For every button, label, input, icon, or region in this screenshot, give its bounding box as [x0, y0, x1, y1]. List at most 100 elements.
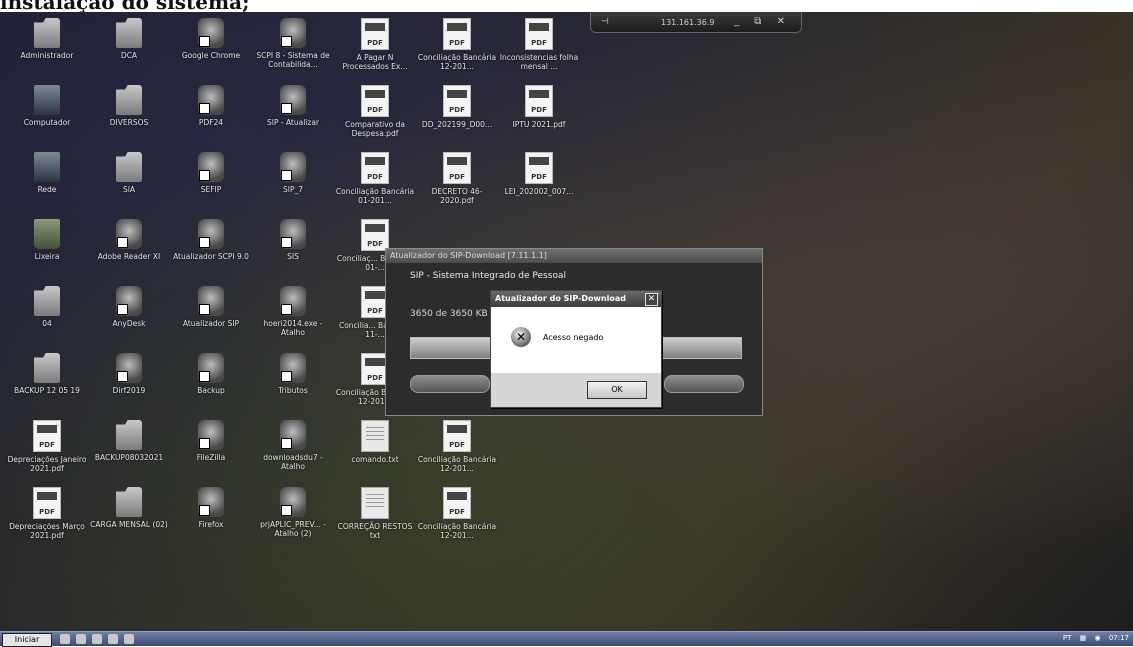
desktop-icon[interactable]: Backup: [170, 353, 252, 395]
desktop-icon[interactable]: CARGA MENSAL (02): [88, 487, 170, 529]
app-icon: [116, 286, 142, 316]
desktop-icon[interactable]: 04: [6, 286, 88, 328]
desktop-icon-label: hoeri2014.exe - Atalho: [263, 319, 323, 337]
app-icon: [280, 85, 306, 115]
language-indicator[interactable]: PT: [1063, 634, 1072, 642]
desktop-icon-label: FileZilla: [196, 453, 226, 462]
desktop-icon[interactable]: hoeri2014.exe - Atalho: [252, 286, 334, 337]
desktop-icon[interactable]: BACKUP08032021: [88, 420, 170, 462]
folder-icon: [116, 487, 142, 517]
desktop-icon[interactable]: DD_202199_D00...: [416, 85, 498, 129]
desktop-icon[interactable]: Tributos: [252, 353, 334, 395]
explorer-icon[interactable]: [76, 634, 86, 644]
desktop-icon[interactable]: Inconsistencias folha mensal ...: [498, 18, 580, 71]
updater-app-name: SIP - Sistema Integrado de Pessoal: [410, 271, 566, 281]
close-icon[interactable]: ✕: [645, 293, 658, 306]
media-player-icon[interactable]: [92, 634, 102, 644]
desktop-icon[interactable]: downloadsdu7 - Atalho: [252, 420, 334, 471]
pdf-file-icon: [443, 18, 471, 50]
desktop-icon[interactable]: Google Chrome: [170, 18, 252, 60]
desktop-icon[interactable]: Atualizador SIP: [170, 286, 252, 328]
desktop-icon-label: Atualizador SIP: [182, 319, 240, 328]
network-icon[interactable]: ▦: [1080, 634, 1087, 642]
bin-icon: [34, 219, 60, 249]
desktop-icon[interactable]: Atualizador SCPI 9.0: [170, 219, 252, 261]
updater-left-button[interactable]: [410, 375, 490, 393]
desktop-icon[interactable]: Depreciações Março 2021.pdf: [6, 487, 88, 540]
desktop-icon[interactable]: SIP - Atualizar: [252, 85, 334, 127]
desktop-icon-label: Conciliação Bancária 12-201...: [417, 53, 497, 71]
window-controls[interactable]: _ ⧉ ✕: [734, 16, 791, 27]
desktop-icon[interactable]: Conciliação Bancária 12-201...: [416, 420, 498, 473]
system-tray: PT ▦ ◉ 07:17: [1057, 634, 1129, 642]
desktop-icon[interactable]: A Pagar N Processados Ex...: [334, 18, 416, 71]
active-task-icon[interactable]: [124, 634, 134, 644]
desktop-icon[interactable]: AnyDesk: [88, 286, 170, 328]
desktop-icon[interactable]: comando.txt: [334, 420, 416, 464]
desktop-icon[interactable]: LEI_202002_007...: [498, 152, 580, 196]
desktop-icon-label: Firefox: [198, 520, 224, 529]
desktop-icon[interactable]: DIVERSOS: [88, 85, 170, 127]
desktop-icon[interactable]: Rede: [6, 152, 88, 194]
desktop-icon[interactable]: CORREÇÃO RESTOS txt: [334, 487, 416, 540]
volume-icon[interactable]: ◉: [1094, 634, 1100, 642]
desktop-icon[interactable]: Conciliação Bancária 12-201...: [416, 487, 498, 540]
updater-bytes-text: 3650 de 3650 KB: [410, 309, 488, 319]
desktop-icon[interactable]: DCA: [88, 18, 170, 60]
desktop-icon[interactable]: BACKUP 12 05 19: [6, 353, 88, 395]
desktop-icon-label: Tributos: [278, 386, 308, 395]
clock[interactable]: 07:17: [1109, 634, 1129, 642]
remote-session-bar[interactable]: ⊣ 131.161.36.9 _ ⧉ ✕: [590, 12, 802, 33]
pdf-file-icon: [525, 152, 553, 184]
pdf-file-icon: [443, 152, 471, 184]
desktop-icon[interactable]: SIP_7: [252, 152, 334, 194]
folder-icon: [116, 152, 142, 182]
text-file-icon: [361, 420, 389, 452]
pdf-file-icon: [443, 487, 471, 519]
pdf-file-icon: [361, 219, 389, 251]
pdf-file-icon: [33, 420, 61, 452]
desktop-icon[interactable]: prjAPLIC_PREV... - Atalho (2): [252, 487, 334, 538]
desktop-icon-label: Atualizador SCPI 9.0: [173, 252, 249, 261]
desktop-icon-label: prjAPLIC_PREV... - Atalho (2): [260, 520, 326, 538]
app-icon: [198, 286, 224, 316]
app-icon: [198, 152, 224, 182]
desktop-icon-label: Conciliação Bancária 12-201...: [417, 522, 497, 540]
pdf-file-icon: [361, 18, 389, 50]
desktop-icon[interactable]: FileZilla: [170, 420, 252, 462]
desktop-icon[interactable]: Administrador: [6, 18, 88, 60]
show-desktop-icon[interactable]: [60, 634, 70, 644]
desktop-icon[interactable]: DECRETO 46-2020.pdf: [416, 152, 498, 205]
desktop-icon[interactable]: PDF24: [170, 85, 252, 127]
desktop-icon[interactable]: Firefox: [170, 487, 252, 529]
desktop-icon-label: Rede: [37, 185, 57, 194]
desktop-icon[interactable]: Lixeira: [6, 219, 88, 261]
desktop-icon-label: BACKUP08032021: [94, 453, 164, 462]
desktop-icon-label: comando.txt: [351, 455, 399, 464]
desktop-icon[interactable]: Computador: [6, 85, 88, 127]
dialog-title: Atualizador do SIP-Download: [495, 294, 626, 303]
ok-button[interactable]: OK: [587, 381, 647, 399]
desktop-icon-label: Google Chrome: [181, 51, 241, 60]
desktop-icon[interactable]: SIS: [252, 219, 334, 261]
updater-right-button[interactable]: [664, 375, 744, 393]
browser-icon[interactable]: [108, 634, 118, 644]
desktop-icon[interactable]: Conciliação Bancária 12-201...: [416, 18, 498, 71]
desktop-icon[interactable]: SIA: [88, 152, 170, 194]
app-icon: [116, 353, 142, 383]
app-icon: [280, 152, 306, 182]
desktop-icon[interactable]: IPTU 2021.pdf: [498, 85, 580, 129]
desktop-icon[interactable]: Dirf2019: [88, 353, 170, 395]
desktop-icon[interactable]: SCPI 8 - Sistema de Contabilida...: [252, 18, 334, 69]
desktop-icon[interactable]: SEFIP: [170, 152, 252, 194]
desktop-icon-label: SIP_7: [282, 185, 304, 194]
desktop-icon[interactable]: Conciliação Bancária 01-201...: [334, 152, 416, 205]
dialog-footer: OK: [491, 373, 661, 407]
app-icon: [280, 219, 306, 249]
pin-icon[interactable]: ⊣: [601, 17, 609, 27]
computer-icon: [34, 85, 60, 115]
desktop-icon[interactable]: Depreciações Janeiro 2021.pdf: [6, 420, 88, 473]
desktop-icon-label: SIA: [122, 185, 136, 194]
desktop-icon[interactable]: Adobe Reader XI: [88, 219, 170, 261]
desktop-icon[interactable]: Comparativo da Despesa.pdf: [334, 85, 416, 138]
